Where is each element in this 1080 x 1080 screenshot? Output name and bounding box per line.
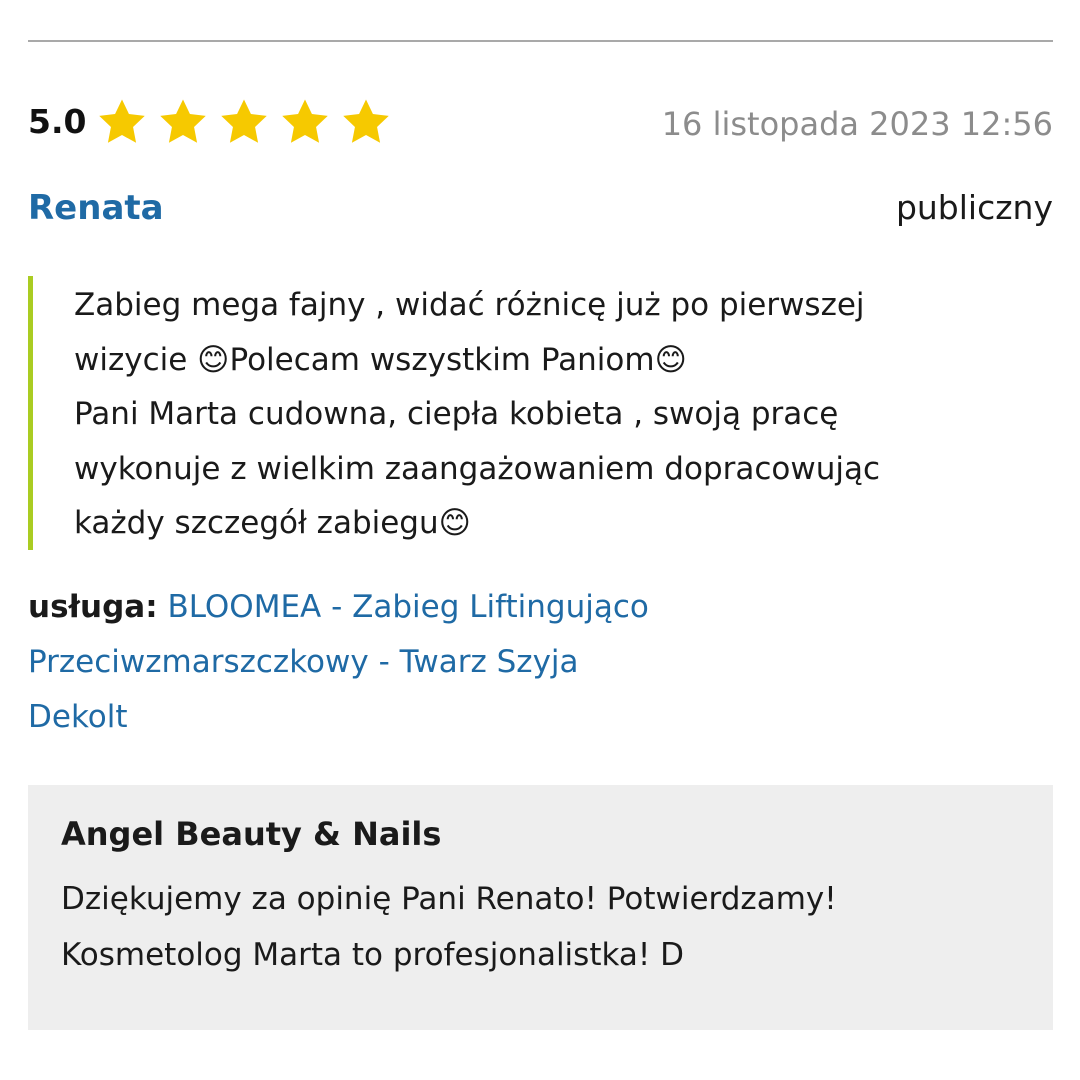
star-icon xyxy=(96,96,148,148)
review-author: Renata xyxy=(28,188,164,228)
reply-author: Angel Beauty & Nails xyxy=(61,815,442,853)
star-icon xyxy=(218,96,270,148)
review-date: 16 listopada 2023 12:56 xyxy=(661,105,1053,143)
review-quote: Zabieg mega fajny , widać różnicę już po… xyxy=(28,276,988,550)
service-label: usługa: xyxy=(28,589,158,625)
service-info: usługa: BLOOMEA - Zabieg Liftingująco Pr… xyxy=(28,580,668,745)
reply-text: Dziękujemy za opinię Pani Renato! Potwie… xyxy=(61,881,837,973)
author-row: Renata publiczny xyxy=(28,186,1053,232)
business-reply: Angel Beauty & Nails Dziękujemy za opini… xyxy=(28,785,1053,1030)
review-text: Zabieg mega fajny , widać różnicę już po… xyxy=(74,287,881,541)
rating-row: 5.0 16 listopada 2023 12:56 xyxy=(28,96,1053,152)
top-divider xyxy=(28,40,1053,42)
star-icon xyxy=(279,96,331,148)
rating-score: 5.0 xyxy=(28,102,87,141)
star-icon xyxy=(157,96,209,148)
star-rating xyxy=(96,96,392,152)
star-icon xyxy=(340,96,392,148)
visibility-label: publiczny xyxy=(895,188,1053,227)
